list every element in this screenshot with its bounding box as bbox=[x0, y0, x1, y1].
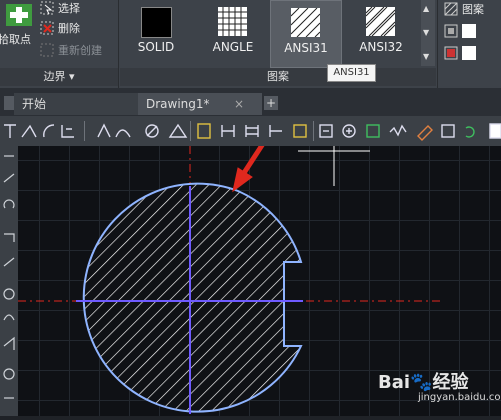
select-button[interactable]: 选择 bbox=[40, 0, 110, 16]
pattern-solid[interactable]: SOLID bbox=[124, 0, 194, 66]
watermark-brand2: 经验 bbox=[432, 372, 469, 393]
pattern-type-dropdown[interactable]: 图案 bbox=[442, 0, 501, 18]
watermark-url: jingyan.baidu.com bbox=[418, 392, 501, 403]
watermark-brand: Bai bbox=[378, 372, 411, 393]
toolbar-icons bbox=[4, 121, 501, 141]
pattern-solid-label: SOLID bbox=[137, 40, 175, 54]
select-label: 选择 bbox=[58, 2, 80, 15]
drawing-canvas[interactable]: Bai🐾经验 jingyan.baidu.com bbox=[18, 146, 501, 416]
select-icon bbox=[40, 1, 54, 15]
recreate-label: 重新创建 bbox=[58, 44, 102, 57]
tab-start-label: 开始 bbox=[22, 97, 47, 111]
pattern-angle-label: ANGLE bbox=[212, 40, 254, 54]
pick-points-button[interactable]: 拾取点 bbox=[0, 0, 36, 46]
tab-drawing1-label: Drawing1* bbox=[146, 97, 210, 111]
baidu-watermark: Bai🐾经验 bbox=[378, 368, 468, 394]
plus-icon bbox=[6, 4, 32, 26]
scroll-up-icon[interactable]: ▲ bbox=[423, 4, 429, 13]
tab-drawing1[interactable]: Drawing1* × bbox=[138, 93, 262, 115]
scroll-down-icon[interactable]: ▼ bbox=[423, 28, 429, 37]
recreate-button[interactable]: 重新创建 bbox=[40, 42, 120, 58]
pattern-ansi31[interactable]: ANSI31 bbox=[270, 0, 342, 68]
solid-swatch-icon bbox=[141, 7, 172, 38]
delete-button[interactable]: 删除 bbox=[40, 20, 110, 36]
background-color-dropdown[interactable] bbox=[442, 44, 501, 62]
pattern-ansi32[interactable]: ANSI32 bbox=[346, 0, 416, 66]
background-color-icon bbox=[444, 46, 458, 60]
delete-icon bbox=[40, 21, 54, 35]
angle-pattern-icon bbox=[218, 7, 247, 36]
annotation-arrow bbox=[232, 146, 265, 193]
hatch-color-icon bbox=[444, 24, 458, 38]
gallery-expand-icon[interactable]: ▼ bbox=[423, 52, 429, 61]
close-tab-icon[interactable]: × bbox=[234, 93, 244, 115]
pattern-ansi31-label: ANSI31 bbox=[284, 41, 328, 55]
pattern-tooltip: ANSI31 bbox=[327, 64, 376, 82]
ribbon: 拾取点 选择 删除 重新创建 边界 ▾ SOLID ANGLE ANSI31 A… bbox=[0, 0, 501, 88]
app-menu-icon[interactable] bbox=[4, 96, 14, 110]
pattern-panel-label: 图案 bbox=[267, 70, 289, 83]
pattern-panel-header: 图案 bbox=[120, 68, 436, 86]
left-tool-palette bbox=[0, 146, 18, 416]
background-color-swatch bbox=[462, 46, 476, 60]
palette-icons bbox=[3, 155, 15, 399]
new-tab-button[interactable]: + bbox=[264, 96, 278, 110]
gallery-scroll[interactable]: ▲ ▼ ▼ bbox=[421, 0, 435, 66]
pattern-ansi32-label: ANSI32 bbox=[359, 40, 403, 54]
tab-start[interactable]: 开始 bbox=[14, 93, 142, 115]
delete-label: 删除 bbox=[58, 22, 80, 35]
crosshair-cursor bbox=[298, 146, 370, 186]
ansi31-pattern-icon bbox=[291, 8, 320, 37]
expand-triangle-icon: ▾ bbox=[68, 70, 75, 83]
boundaries-panel-label: 边界 bbox=[43, 70, 66, 83]
boundaries-panel-header[interactable]: 边界 ▾ bbox=[0, 68, 118, 86]
properties-label: 图案 bbox=[462, 3, 484, 16]
pattern-type-icon bbox=[444, 2, 458, 16]
pick-points-label: 拾取点 bbox=[0, 33, 31, 46]
draw-toolbar bbox=[0, 116, 501, 146]
ansi32-pattern-icon bbox=[366, 7, 395, 36]
hatched-shape[interactable] bbox=[82, 182, 303, 413]
pattern-angle[interactable]: ANGLE bbox=[198, 0, 268, 66]
paw-icon: 🐾 bbox=[410, 372, 433, 393]
hatch-color-dropdown[interactable] bbox=[442, 22, 501, 40]
hatch-color-swatch bbox=[462, 24, 476, 38]
recreate-icon bbox=[40, 43, 54, 57]
file-tab-bar: 开始 Drawing1* × + bbox=[0, 88, 501, 116]
